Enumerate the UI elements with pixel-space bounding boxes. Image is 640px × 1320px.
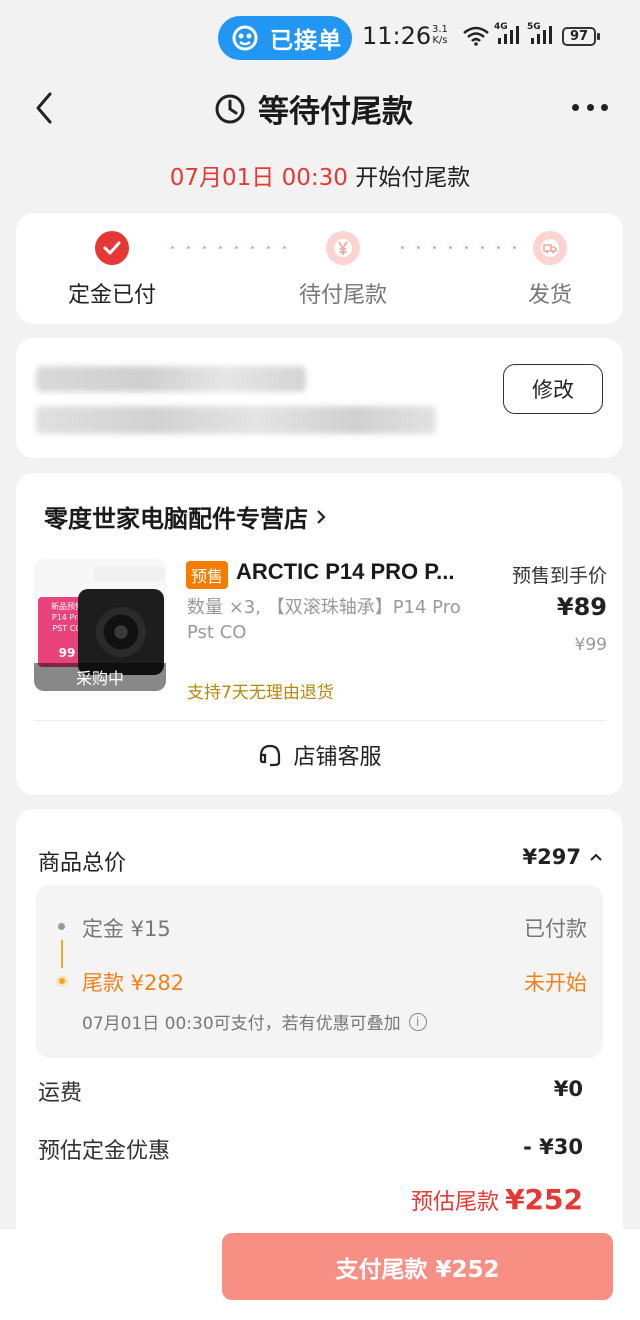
price-label: 预售到手价 bbox=[511, 565, 607, 587]
yen-icon bbox=[326, 231, 360, 265]
balance-note: 07月01日 00:30可支付，若有优惠可叠加 i bbox=[82, 1009, 427, 1034]
address-card[interactable]: 修改 bbox=[16, 338, 623, 458]
order-progress-card: 定金已付 待付尾款 发货 bbox=[16, 213, 623, 324]
battery-icon: 97 bbox=[562, 27, 596, 46]
truck-icon bbox=[533, 231, 567, 265]
divider bbox=[34, 720, 606, 721]
pill-label: 已接单 bbox=[270, 28, 342, 54]
total-label: 商品总价 bbox=[38, 851, 127, 876]
chevron-right-icon bbox=[317, 509, 326, 524]
shipping-value: ¥0 bbox=[553, 1077, 583, 1101]
price-breakdown-card: 商品总价 ¥297 定金 ¥15 已付款 尾款 ¥282 未开始 07月01日 … bbox=[16, 809, 623, 1229]
presale-badge: 预售 bbox=[186, 561, 229, 589]
net-speed-value: 3.1 bbox=[432, 24, 448, 35]
shop-name-link[interactable]: 零度世家电脑配件专营店 bbox=[44, 499, 326, 534]
stage-dot-deposit bbox=[58, 923, 65, 930]
address-redacted-line-2 bbox=[36, 406, 436, 434]
original-price: ¥99 bbox=[574, 635, 607, 655]
thumb-overlay: 采购中 bbox=[34, 663, 166, 691]
chevron-up-icon bbox=[590, 853, 602, 861]
step-label: 定金已付 bbox=[67, 283, 156, 308]
bottom-bar: 支付尾款 ¥252 bbox=[0, 1229, 640, 1320]
thumb-date-strip bbox=[94, 567, 164, 581]
more-dot bbox=[601, 103, 608, 111]
product-thumbnail[interactable]: 新品预售 P14 Pro PST CO 99 采购中 bbox=[34, 559, 166, 691]
countdown-suffix: 开始付尾款 bbox=[347, 165, 471, 191]
header: 等待付尾款 bbox=[0, 72, 640, 144]
info-icon[interactable]: i bbox=[408, 1012, 427, 1031]
net-speed: 3.1 K/s bbox=[432, 24, 448, 46]
more-dot bbox=[572, 103, 579, 111]
discount-value: - ¥30 bbox=[523, 1135, 583, 1159]
headset-icon bbox=[260, 744, 281, 767]
stage-connector bbox=[61, 940, 63, 968]
title-group: 等待付尾款 bbox=[214, 86, 413, 131]
shop-name: 零度世家电脑配件专营店 bbox=[44, 505, 308, 533]
estimate-value: ¥252 bbox=[505, 1183, 583, 1216]
signal-icon-2 bbox=[531, 26, 552, 44]
clock-icon bbox=[215, 94, 245, 123]
progress-dots bbox=[171, 246, 286, 250]
pay-balance-button[interactable]: 支付尾款 ¥252 bbox=[222, 1233, 613, 1300]
total-value: ¥297 bbox=[522, 845, 581, 869]
countdown-time: 07月01日 00:30 bbox=[169, 165, 348, 191]
step-shipping: 发货 bbox=[490, 231, 610, 309]
step-label: 发货 bbox=[527, 283, 572, 308]
battery-tip bbox=[597, 33, 600, 40]
check-icon bbox=[95, 231, 129, 265]
step-label: 待付尾款 bbox=[298, 283, 387, 308]
more-options-icon[interactable] bbox=[572, 102, 608, 112]
step-deposit-paid: 定金已付 bbox=[52, 231, 172, 309]
balance-status: 未开始 bbox=[524, 971, 587, 995]
customer-service-button[interactable]: 店铺客服 bbox=[16, 739, 623, 771]
more-dot bbox=[586, 103, 594, 111]
page-title: 等待付尾款 bbox=[258, 94, 413, 130]
discount-label: 预估定金优惠 bbox=[38, 1139, 171, 1164]
estimate-label: 预估尾款 bbox=[411, 1190, 500, 1215]
payment-stages-panel: 定金 ¥15 已付款 尾款 ¥282 未开始 07月01日 00:30可支付，若… bbox=[36, 885, 603, 1058]
wifi-icon bbox=[463, 26, 489, 46]
order-accepted-pill[interactable]: 已接单 bbox=[218, 16, 352, 60]
shop-card: 零度世家电脑配件专营店 新品预售 P14 Pro PST CO 99 采购中 预… bbox=[16, 473, 623, 795]
status-time: 11:26 bbox=[362, 22, 432, 50]
balance-amount: 尾款 ¥282 bbox=[82, 971, 185, 995]
return-policy-note: 支持7天无理由退货 bbox=[187, 683, 334, 703]
customer-service-label: 店铺客服 bbox=[293, 745, 382, 770]
deposit-amount: 定金 ¥15 bbox=[82, 917, 171, 941]
shipping-label: 运费 bbox=[38, 1081, 83, 1106]
signal-icon-1 bbox=[498, 26, 519, 44]
net-speed-unit: K/s bbox=[432, 35, 448, 46]
deposit-status: 已付款 bbox=[524, 917, 587, 941]
product-name[interactable]: ARCTIC P14 PRO P... bbox=[236, 559, 498, 585]
balance-note-text: 07月01日 00:30可支付，若有优惠可叠加 bbox=[82, 1014, 401, 1034]
total-toggle[interactable]: ¥297 bbox=[523, 845, 603, 869]
countdown-text: 07月01日 00:30 开始付尾款 bbox=[0, 158, 640, 192]
back-arrow-icon[interactable] bbox=[30, 90, 60, 126]
status-bar: 已接单 11:26 3.1 K/s 4G 5G 97 bbox=[0, 0, 640, 72]
product-spec: 数量 ×3, 【双滚珠轴承】P14 Pro Pst CO bbox=[187, 597, 461, 643]
stage-dot-balance bbox=[56, 975, 68, 987]
edit-address-button[interactable]: 修改 bbox=[503, 364, 603, 414]
app-logo-icon bbox=[230, 23, 260, 53]
address-redacted-line-1 bbox=[36, 366, 306, 392]
step-awaiting-balance: 待付尾款 bbox=[283, 231, 403, 309]
estimated-balance: 预估尾款 ¥252 bbox=[411, 1183, 583, 1216]
product-price: ¥89 bbox=[556, 593, 607, 621]
